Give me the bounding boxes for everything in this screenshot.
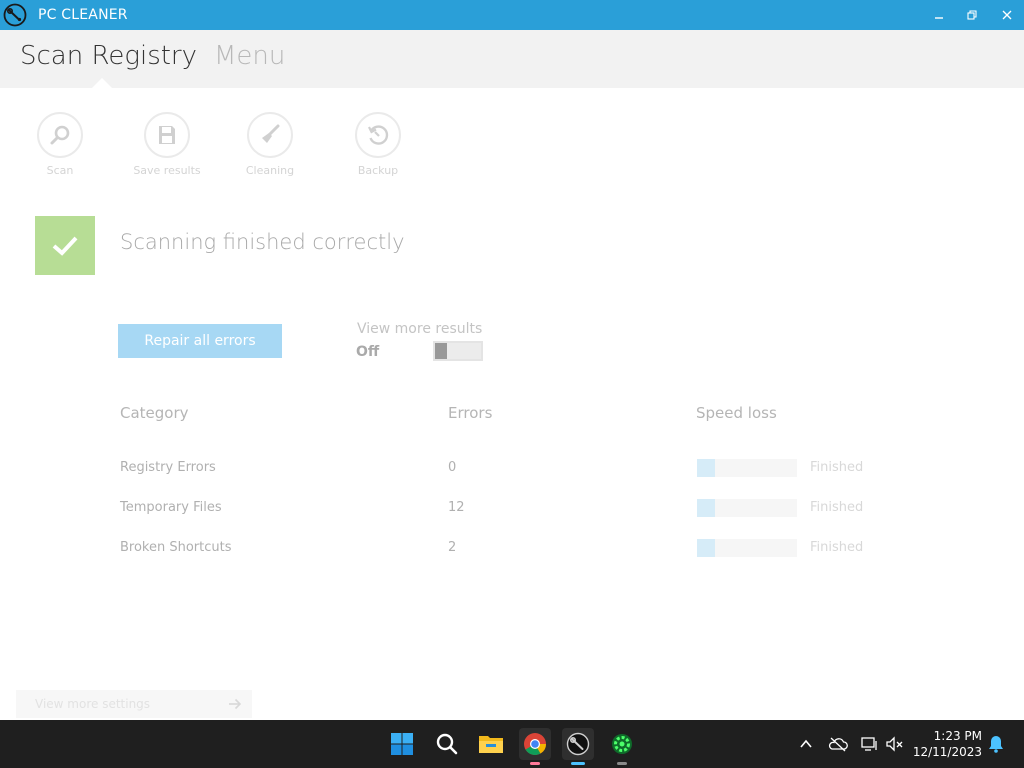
brush-icon	[262, 124, 280, 143]
speed-loss-bar	[697, 459, 797, 477]
status-success-badge	[35, 216, 95, 275]
window-title: PC CLEANER	[38, 7, 128, 23]
gear-icon	[612, 734, 632, 754]
view-more-settings-label: View more settings	[35, 697, 151, 711]
notifications-button[interactable]	[986, 734, 1006, 754]
network-tray-button[interactable]	[860, 734, 880, 754]
row-errors: 0	[448, 460, 457, 475]
column-header-speed-loss: Speed loss	[696, 404, 777, 422]
close-icon	[1002, 10, 1012, 20]
row-errors: 12	[448, 500, 465, 515]
row-status: Finished	[810, 460, 864, 475]
active-window-indicator	[571, 762, 585, 765]
onedrive-tray-button[interactable]	[828, 734, 848, 754]
restore-window-icon	[967, 10, 977, 20]
chrome-button[interactable]	[519, 728, 551, 765]
taskbar-clock[interactable]: 1:23 PM 12/11/2023	[913, 728, 982, 760]
scan-label: Scan	[46, 164, 74, 177]
restore-button[interactable]	[961, 4, 983, 26]
active-tab-indicator	[92, 78, 112, 88]
cloud-offline-icon	[828, 737, 848, 752]
green-app-button[interactable]	[606, 728, 638, 765]
app-logo-icon	[566, 732, 590, 756]
taskbar-search-button[interactable]	[431, 728, 463, 760]
chevron-up-icon	[800, 739, 812, 748]
volume-muted-icon	[886, 736, 903, 752]
toggle-knob	[435, 343, 447, 359]
clock-time: 1:23 PM	[933, 729, 982, 743]
status-message: Scanning finished correctly	[120, 230, 405, 254]
row-status: Finished	[810, 540, 864, 555]
view-more-settings-button[interactable]: View more settings	[16, 690, 252, 718]
running-indicator	[617, 762, 627, 765]
cleaning-button[interactable]: Cleaning	[230, 112, 310, 177]
column-header-category: Category	[120, 404, 189, 422]
repair-all-errors-button[interactable]: Repair all errors	[118, 324, 282, 358]
tab-scan-registry[interactable]: Scan Registry	[20, 41, 197, 71]
backup-label: Backup	[357, 164, 399, 177]
minimize-icon	[935, 17, 943, 19]
volume-tray-button[interactable]	[885, 734, 905, 754]
pc-cleaner-taskbar-button[interactable]	[562, 728, 594, 765]
view-more-results-label: View more results	[357, 321, 483, 337]
search-icon	[50, 125, 70, 145]
row-category: Temporary Files	[120, 500, 222, 515]
bell-icon	[989, 736, 1003, 753]
check-icon	[52, 236, 78, 256]
show-hidden-icons-button[interactable]	[796, 734, 816, 754]
row-category: Registry Errors	[120, 460, 216, 475]
folder-icon	[479, 736, 503, 753]
row-status: Finished	[810, 500, 864, 515]
chrome-icon	[524, 733, 546, 755]
tab-menu[interactable]: Menu	[214, 41, 285, 71]
row-category: Broken Shortcuts	[120, 540, 232, 555]
file-explorer-button[interactable]	[475, 728, 507, 760]
save-results-label: Save results	[133, 164, 201, 177]
arrow-right-icon	[229, 698, 242, 710]
backup-button[interactable]: Backup	[338, 112, 418, 177]
windows-start-icon	[391, 733, 413, 755]
row-errors: 2	[448, 540, 457, 555]
toggle-state-label: Off	[356, 344, 380, 360]
title-bar: PC CLEANER	[0, 0, 1024, 30]
app-logo-icon	[3, 3, 27, 27]
view-more-results-toggle[interactable]	[433, 341, 483, 361]
scan-button[interactable]: Scan	[20, 112, 100, 177]
speed-loss-bar	[697, 539, 797, 557]
running-indicator	[530, 762, 540, 765]
minimize-button[interactable]	[928, 4, 950, 26]
save-icon	[159, 126, 175, 144]
search-icon	[436, 733, 458, 755]
network-icon	[861, 737, 877, 751]
save-results-button[interactable]: Save results	[127, 112, 207, 177]
start-button[interactable]	[386, 728, 418, 760]
column-header-errors: Errors	[448, 404, 493, 422]
clock-date: 12/11/2023	[912, 745, 982, 759]
cleaning-label: Cleaning	[245, 164, 295, 177]
restore-icon	[368, 125, 389, 145]
header-tabs: Scan Registry Menu	[0, 30, 1024, 88]
close-button[interactable]	[996, 4, 1018, 26]
speed-loss-bar	[697, 499, 797, 517]
